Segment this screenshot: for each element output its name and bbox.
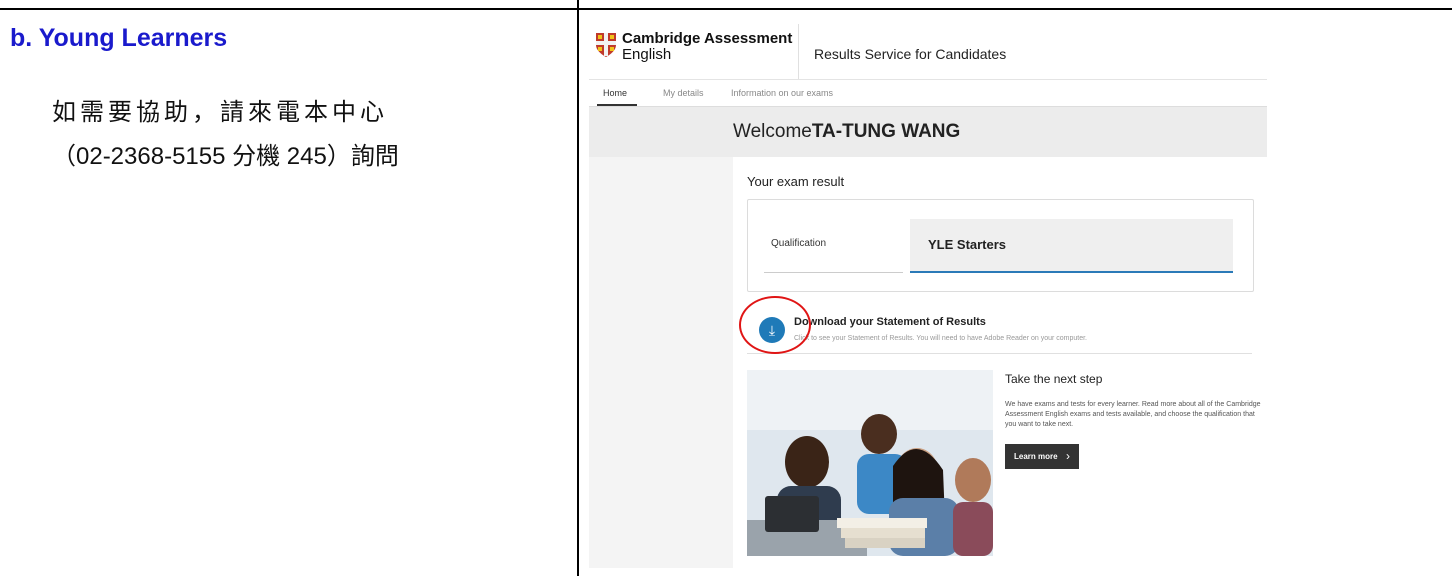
exam-result-heading: Your exam result [747,174,845,189]
service-title: Results Service for Candidates [814,46,1007,62]
welcome-greeting: Welcome [733,121,812,142]
help-text-line1: 如需要協助，請來電本中心 [52,98,388,126]
students-photo [747,370,993,556]
help-text-line2: （02-2368-5155 分機 245）詢問 [52,143,399,170]
welcome-heading: WelcomeTA-TUNG WANG [733,121,960,143]
results-card: Your exam result Qualification YLE Start… [733,157,1267,568]
section-title: b. Young Learners [10,24,228,52]
learn-more-button[interactable]: Learn more › [1005,444,1079,469]
document-table: b. Young Learners 如需要協助，請來電本中心 （02-2368-… [0,0,1452,576]
results-portal-screenshot: Cambridge Assessment English Results Ser… [589,24,1267,568]
tab-home[interactable]: Home [603,88,627,98]
active-tab-indicator [597,104,637,106]
logo[interactable]: Cambridge Assessment English [622,31,792,63]
table-column-divider [577,0,579,576]
next-step-title: Take the next step [1005,372,1103,386]
candidate-name: TA-TUNG WANG [811,121,961,142]
instruction-cell: b. Young Learners 如需要協助，請來電本中心 （02-2368-… [0,10,577,576]
nav-bar: Home My details Information on our exams [589,80,1267,107]
tab-my-details[interactable]: My details [663,88,704,98]
qualification-box: Qualification YLE Starters [747,199,1254,292]
next-step-body: We have exams and tests for every learne… [1005,401,1261,428]
logo-line1: Cambridge Assessment [622,30,793,47]
tab-information-on-our-exams[interactable]: Information on our exams [731,88,833,98]
qualification-label: Qualification [771,238,827,249]
cambridge-shield-icon [596,33,616,57]
header-divider [798,24,799,79]
download-statement-link[interactable]: Download your Statement of Results [794,316,986,328]
qualification-label-underline [764,272,903,273]
highlight-circle [739,296,811,354]
download-statement-hint: Click to see your Statement of Results. … [794,335,1088,342]
site-header: Cambridge Assessment English Results Ser… [589,24,1267,80]
qualification-value-field[interactable]: YLE Starters [910,219,1233,273]
qualification-value: YLE Starters [928,237,1007,252]
learn-more-label: Learn more [1014,452,1058,461]
logo-line2: English [622,46,672,63]
section-divider [747,353,1252,354]
chevron-right-icon: › [1066,449,1070,463]
